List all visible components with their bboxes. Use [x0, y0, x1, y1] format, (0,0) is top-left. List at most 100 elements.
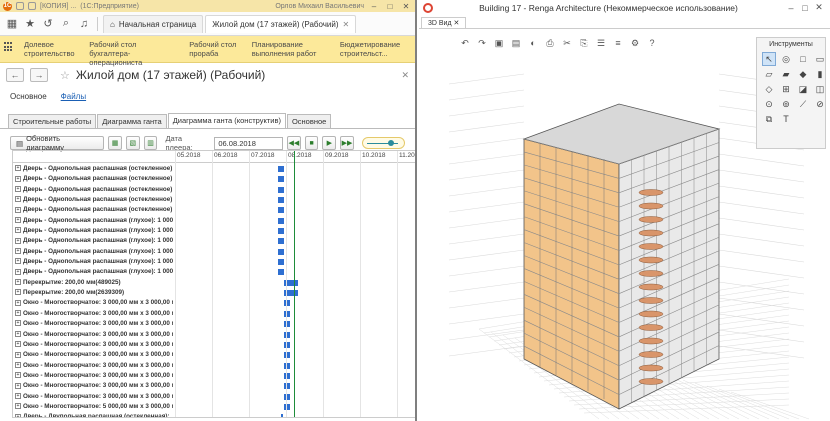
- element-tool-icon[interactable]: ⊚: [780, 98, 792, 110]
- gantt-row[interactable]: + Окно - Многостворчатое: 3 000,00 мм x 3…: [13, 371, 415, 381]
- gantt-row[interactable]: + Перекрытие: 200,00 мм(2639309): [13, 288, 415, 298]
- back-button[interactable]: ←: [6, 68, 24, 82]
- text-tool-icon[interactable]: T: [780, 113, 792, 125]
- expand-icon[interactable]: +: [15, 268, 21, 275]
- refresh-diagram-button[interactable]: ▤ Обновить диаграмму: [10, 134, 105, 152]
- line-tool-icon[interactable]: ⟋: [797, 98, 809, 110]
- gantt-bar[interactable]: [280, 414, 283, 417]
- close-button[interactable]: ✕: [812, 2, 826, 13]
- expand-icon[interactable]: +: [15, 413, 21, 417]
- settings-button[interactable]: ▧: [125, 136, 140, 150]
- expand-icon[interactable]: +: [15, 361, 21, 368]
- stair-tool-icon[interactable]: ◇: [763, 83, 775, 95]
- expand-icon[interactable]: +: [15, 392, 21, 399]
- expand-icon[interactable]: +: [15, 175, 21, 182]
- form-close-icon[interactable]: ✕: [401, 70, 409, 81]
- gantt-bar[interactable]: [278, 269, 285, 276]
- wall-tool-icon[interactable]: ◎: [780, 53, 792, 65]
- door-tool-icon[interactable]: ◪: [797, 83, 809, 95]
- expand-icon[interactable]: +: [15, 382, 21, 389]
- gantt-bar[interactable]: [278, 186, 285, 193]
- gantt-bar[interactable]: [278, 238, 285, 245]
- speed-slider[interactable]: [361, 137, 405, 149]
- gantt-row[interactable]: + Дверь - Однопольная распашная (глухое):…: [13, 216, 415, 226]
- maximize-button[interactable]: □: [798, 3, 812, 13]
- expand-icon[interactable]: +: [15, 196, 21, 203]
- minimize-button[interactable]: –: [784, 3, 798, 13]
- gantt-row[interactable]: + Дверь - Однопольная распашная (остеклен…: [13, 185, 415, 195]
- expand-icon[interactable]: +: [15, 299, 21, 306]
- gantt-row[interactable]: + Дверь - Однопольная распашная (глухое):…: [13, 226, 415, 236]
- table-button[interactable]: ▥: [143, 136, 158, 150]
- stop-button[interactable]: ■: [304, 136, 319, 150]
- select-tool-icon[interactable]: ↖: [762, 52, 776, 66]
- gantt-row[interactable]: + Дверь - Однопольная распашная (остеклен…: [13, 195, 415, 205]
- forward-button[interactable]: →: [30, 68, 48, 82]
- expand-icon[interactable]: +: [15, 289, 21, 296]
- forward-button-player[interactable]: ▶▶: [340, 136, 354, 150]
- save-icon[interactable]: [28, 2, 36, 10]
- section-item[interactable]: Рабочий стол бухгалтера-операциониста: [89, 40, 177, 67]
- favorite-icon[interactable]: ☆: [60, 69, 70, 82]
- gantt-bar[interactable]: [278, 197, 285, 204]
- gantt-row[interactable]: + Дверь - Однопольная распашная (глухое):…: [13, 236, 415, 246]
- gantt-bar[interactable]: [278, 259, 285, 266]
- 3d-viewport[interactable]: ↶ ↷ ▣ ▤ ◐ ⎙ ✂ ⎘ ☰ ≡ ⚙ ? Инструменты ↖ ◎ …: [419, 29, 830, 421]
- gantt-row[interactable]: + Окно - Многостворчатое: 3 000,00 мм x 3…: [13, 361, 415, 371]
- close-tab-icon[interactable]: ✕: [343, 20, 350, 29]
- gantt-row[interactable]: + Дверь - Однопольная распашная (глухое):…: [13, 267, 415, 277]
- search-icon[interactable]: ⌕: [58, 16, 74, 32]
- opening-tool-icon[interactable]: ▭: [814, 53, 826, 65]
- gantt-bar[interactable]: [278, 166, 285, 172]
- expand-icon[interactable]: +: [15, 310, 21, 317]
- tab-home[interactable]: ⌂ Начальная страница: [103, 14, 204, 33]
- gantt-bar[interactable]: [278, 176, 285, 183]
- expand-icon[interactable]: +: [15, 279, 21, 286]
- bell-icon[interactable]: ♫: [76, 16, 92, 32]
- tab-house[interactable]: Жилой дом (17 этажей) (Рабочий) ✕: [205, 14, 357, 33]
- subnav-files[interactable]: Файлы: [61, 92, 86, 101]
- section-item[interactable]: Рабочий стол прораба: [189, 40, 239, 58]
- expand-icon[interactable]: +: [15, 248, 21, 255]
- close-button[interactable]: ✕: [400, 2, 412, 11]
- expand-icon[interactable]: +: [15, 351, 21, 358]
- gantt-row[interactable]: + Окно - Многостворчатое: 5 000,00 мм x 3…: [13, 402, 415, 412]
- expand-icon[interactable]: +: [15, 206, 21, 213]
- window-tool-icon[interactable]: ⊞: [780, 83, 792, 95]
- gantt-row[interactable]: + Дверь - Двупольная распашная (остекленн…: [13, 412, 415, 417]
- gantt-row[interactable]: + Перекрытие: 200,00 мм(489025): [13, 278, 415, 288]
- expand-icon[interactable]: +: [15, 372, 21, 379]
- gantt-row[interactable]: + Окно - Многостворчатое: 3 000,00 мм x 3…: [13, 381, 415, 391]
- expand-icon[interactable]: +: [15, 165, 21, 172]
- subnav-main[interactable]: Основное: [10, 92, 47, 101]
- measure-tool-icon[interactable]: ⊘: [814, 98, 826, 110]
- export-button[interactable]: ▦: [108, 136, 122, 150]
- gantt-row[interactable]: + Дверь - Однопольная распашная (остеклен…: [13, 164, 415, 174]
- minimize-button[interactable]: –: [368, 2, 380, 11]
- star-icon[interactable]: ★: [22, 16, 38, 32]
- sections-grid-icon[interactable]: [4, 42, 12, 52]
- copy-tool-icon[interactable]: ⧉: [763, 113, 775, 125]
- gantt-bar[interactable]: [278, 217, 285, 224]
- expand-icon[interactable]: +: [15, 227, 21, 234]
- ramp-tool-icon[interactable]: ◫: [814, 83, 826, 95]
- play-button[interactable]: ▶: [322, 136, 337, 150]
- gantt-row[interactable]: + Дверь - Однопольная распашная (глухое):…: [13, 257, 415, 267]
- player-date-input[interactable]: 06.08.2018: [214, 136, 283, 150]
- beam-tool-icon[interactable]: ◆: [797, 68, 809, 80]
- column-tool-icon[interactable]: ▮: [814, 68, 826, 80]
- tab-construction-works[interactable]: Строительные работы: [8, 114, 97, 128]
- grid-menu-icon[interactable]: ▦: [4, 16, 20, 32]
- gantt-row[interactable]: + Дверь - Однопольная распашная (остеклен…: [13, 205, 415, 215]
- section-item[interactable]: Долевое строительство: [24, 40, 77, 58]
- maximize-button[interactable]: □: [384, 2, 396, 11]
- gantt-row[interactable]: + Дверь - Однопольная распашная (глухое):…: [13, 247, 415, 257]
- expand-icon[interactable]: +: [15, 403, 21, 410]
- expand-icon[interactable]: +: [15, 186, 21, 193]
- gantt-row[interactable]: + Окно - Многостворчатое: 3 000,00 мм x 3…: [13, 298, 415, 308]
- tab-3d-view[interactable]: 3D Вид ✕: [421, 17, 467, 28]
- expand-icon[interactable]: +: [15, 258, 21, 265]
- gantt-bar[interactable]: [278, 248, 285, 255]
- gantt-row[interactable]: + Окно - Многостворчатое: 3 000,00 мм x 3…: [13, 309, 415, 319]
- history-icon[interactable]: ↺: [40, 16, 56, 32]
